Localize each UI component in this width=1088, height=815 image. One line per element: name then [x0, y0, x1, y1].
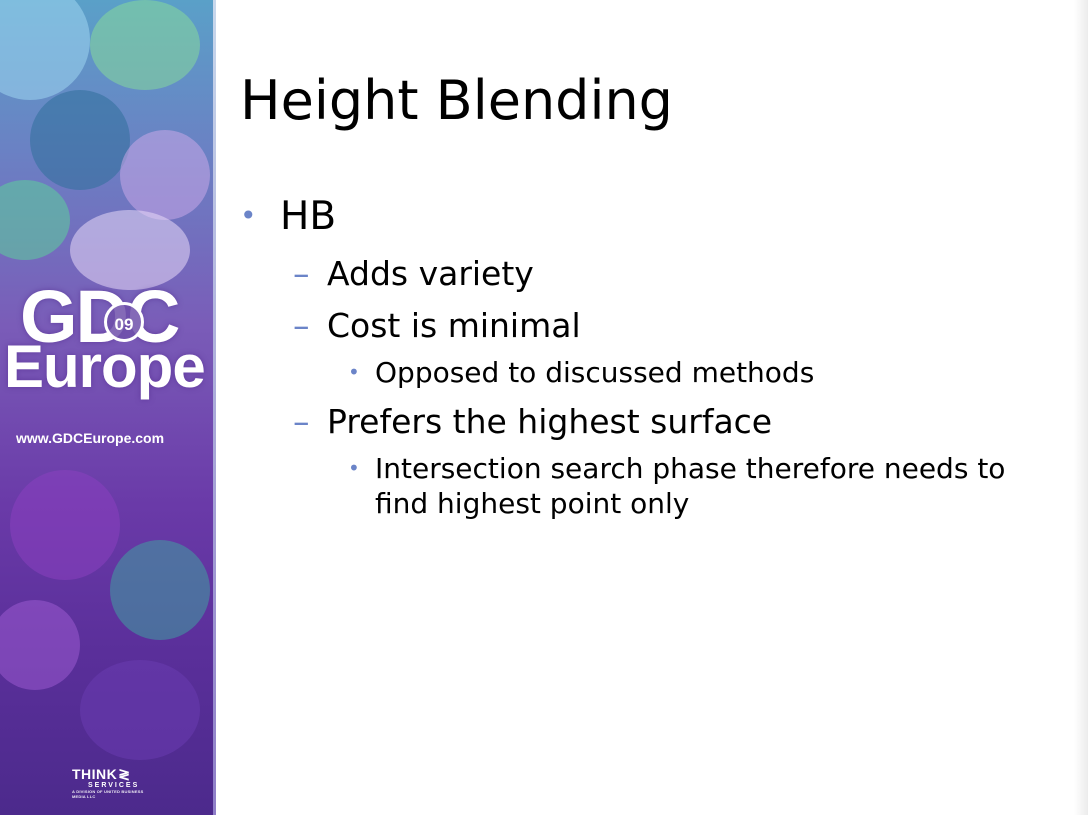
bullet-text: HB [280, 194, 337, 239]
bullet-level2: – Cost is minimal [293, 306, 581, 346]
bullet-level1: • HB [240, 193, 336, 240]
think-logo-text: THINK [72, 766, 118, 782]
banner-edge [213, 0, 216, 815]
slide-title: Height Blending [240, 69, 673, 132]
dash-marker: – [293, 306, 310, 345]
bullet-level2: – Adds variety [293, 254, 534, 294]
think-services-logo: THINK≷ SERVICES A DIVISION OF UNITED BUS… [72, 766, 152, 799]
bullet-text: Cost is minimal [327, 306, 581, 345]
bullet-text: Intersection search phase therefore need… [375, 452, 1006, 520]
dash-marker: – [293, 402, 310, 441]
banner-url: www.GDCEurope.com [16, 430, 165, 446]
europe-logo-text: Europe [4, 333, 206, 400]
slide: GDC 09 Europe www.GDCEurope.com THINK≷ S… [0, 0, 1088, 815]
bullet-level2: – Prefers the highest surface [293, 402, 772, 442]
bullet-level3: • Opposed to discussed methods [348, 355, 814, 390]
bullet-marker: • [240, 199, 257, 232]
bullet-text: Prefers the highest surface [327, 402, 773, 441]
gdc-europe-banner: GDC 09 Europe www.GDCEurope.com THINK≷ S… [0, 0, 216, 815]
bullet-marker: • [348, 456, 360, 480]
dash-marker: – [293, 254, 310, 293]
bullet-level3: • Intersection search phase therefore nee… [348, 451, 1035, 521]
think-logo-glyph-icon: ≷ [118, 766, 131, 782]
bullet-text: Adds variety [327, 254, 534, 293]
bullet-text: Opposed to discussed methods [375, 356, 815, 389]
services-logo-text: SERVICES [88, 782, 140, 789]
bullet-marker: • [348, 360, 360, 384]
sponsor-tagline: A DIVISION OF UNITED BUSINESS MEDIA LLC [72, 789, 144, 799]
page-edge-shadow [1074, 0, 1088, 815]
